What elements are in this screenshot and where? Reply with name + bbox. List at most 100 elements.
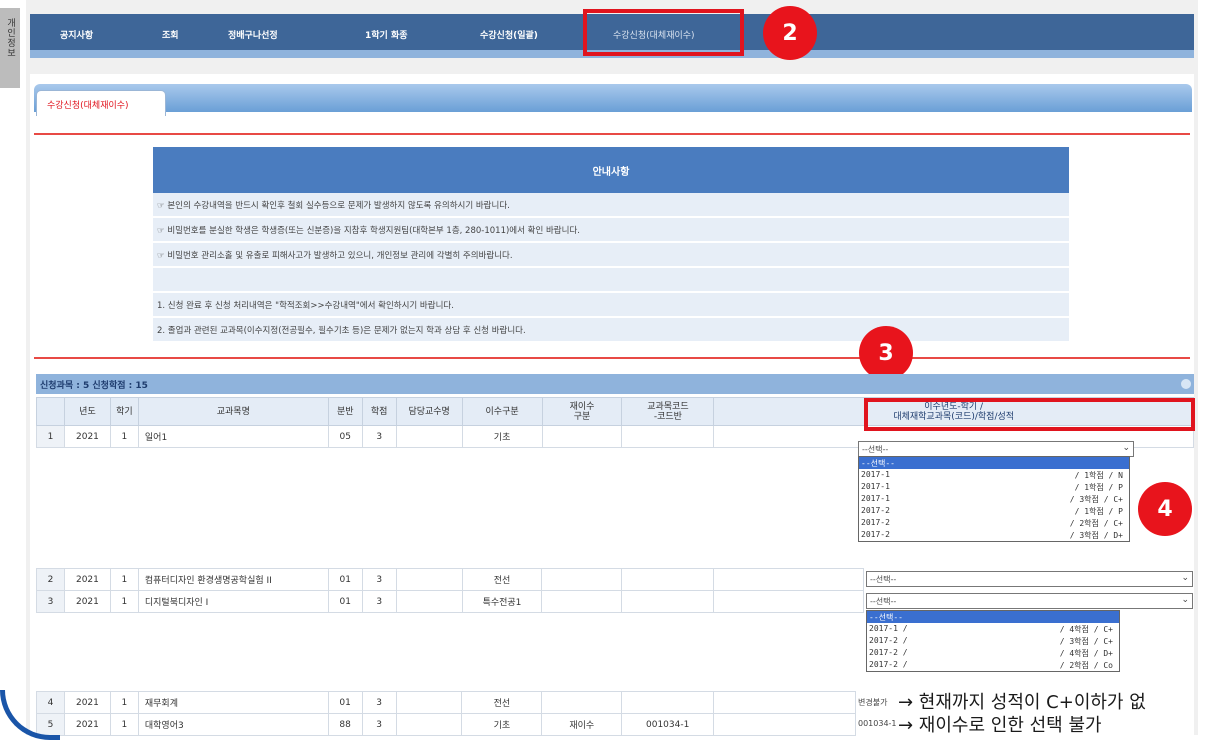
cell-credit: 3	[361, 691, 397, 714]
cell-year: 2021	[63, 425, 111, 448]
cell-section: 05	[327, 425, 363, 448]
chevron-down-icon: ⌄	[1181, 573, 1189, 583]
nav-item-notice[interactable]: 공지사항	[60, 28, 93, 41]
callout-row5: → 재이수로 인한 선택 불가	[898, 715, 1102, 736]
cell-term: 1	[109, 590, 139, 613]
cell-type: 기초	[461, 713, 543, 736]
header-year: 년도	[63, 397, 111, 426]
dropdown-option[interactable]: 2017-1 // 4학점 / C+	[867, 623, 1119, 635]
cell-section: 88	[327, 713, 363, 736]
divider-top	[34, 133, 1190, 135]
header-professor: 담당교수명	[395, 397, 463, 426]
cell-spacer	[713, 568, 864, 591]
cell-professor	[395, 691, 463, 714]
notice-line: 2. 졸업과 관련된 교과목(이수지정(전공필수, 필수기초 등)은 문제가 없…	[153, 318, 1069, 343]
side-tab-label: 개인정보	[5, 18, 15, 58]
dropdown-option[interactable]: 2017-1/ 3학점 / C+	[859, 493, 1129, 505]
select-value: --선택--	[870, 575, 897, 584]
cell-section: 01	[327, 568, 363, 591]
dropdown-option[interactable]: 2017-2/ 1학점 / P	[859, 505, 1129, 517]
choice-dropdown-row3[interactable]: --선택-- 2017-1 // 4학점 / C+ 2017-2 // 3학점 …	[866, 610, 1120, 672]
dropdown-option[interactable]: 2017-2/ 3학점 / D+	[859, 529, 1129, 541]
tab-bar	[34, 84, 1192, 112]
table-row[interactable]: 2 2021 1 컴퓨터디자인 환경생명공학실험 II 01 3 전선	[36, 568, 864, 591]
notice-title: 안내사항	[153, 147, 1069, 193]
cell-professor	[395, 425, 463, 448]
cell-section: 01	[327, 590, 363, 613]
choice-select-row2[interactable]: --선택-- ⌄	[866, 571, 1193, 587]
cell-code	[621, 590, 715, 613]
nav-item-3[interactable]: 정배구나선정	[228, 28, 278, 41]
dropdown-option[interactable]: 2017-1/ 1학점 / N	[859, 469, 1129, 481]
row5-choice-value: 001034-1	[858, 719, 897, 728]
header-code: 교과목코드 -코드반	[621, 397, 715, 426]
cell-code	[621, 691, 715, 714]
step-badge-2: 2	[763, 6, 817, 60]
grid-summary: 신청과목 : 5 신청학점 : 15	[36, 374, 1194, 394]
highlight-box-column	[864, 398, 1195, 431]
header-term: 학기	[109, 397, 139, 426]
cell-retake: 재이수	[541, 713, 623, 736]
row-number: 3	[36, 590, 65, 613]
divider-bottom	[34, 357, 1190, 359]
grid-settings-icon[interactable]	[1181, 379, 1191, 389]
choice-select-row1[interactable]: --선택-- ⌄	[858, 441, 1134, 457]
notice-line: ☞ 비밀번호 관리소홀 및 유출로 피해사고가 발생하고 있으니, 개인정보 관…	[153, 243, 1069, 268]
cell-credit: 3	[361, 425, 397, 448]
table-row[interactable]: 5 2021 1 대학영어3 88 3 기초 재이수 001034-1	[36, 713, 856, 736]
dropdown-option[interactable]: --선택--	[867, 611, 1119, 623]
cell-type: 전선	[461, 568, 543, 591]
header-course: 교과목명	[137, 397, 329, 426]
header-retake: 재이수 구분	[541, 397, 623, 426]
cell-term: 1	[109, 713, 139, 736]
cell-term: 1	[109, 691, 139, 714]
nav-item-bulk-registration[interactable]: 수강신청(일괄)	[480, 28, 538, 41]
choice-select-row3[interactable]: --선택-- ⌄	[866, 593, 1193, 609]
cell-code: 001034-1	[621, 713, 715, 736]
dropdown-option[interactable]: 2017-2 // 3학점 / C+	[867, 635, 1119, 647]
chevron-down-icon: ⌄	[1181, 595, 1189, 605]
cell-credit: 3	[361, 568, 397, 591]
cell-professor	[395, 568, 463, 591]
cell-type: 특수전공1	[461, 590, 543, 613]
dropdown-option[interactable]: --선택--	[859, 457, 1129, 469]
dropdown-option[interactable]: 2017-2/ 2학점 / C+	[859, 517, 1129, 529]
cell-retake	[541, 425, 623, 448]
select-value: --선택--	[862, 445, 889, 454]
step-badge-3: 3	[859, 326, 913, 380]
notice-line: 1. 신청 완료 후 신청 처리내역은 "학적조회>>수강내역"에서 확인하시기…	[153, 293, 1069, 318]
row-number: 2	[36, 568, 65, 591]
cell-year: 2021	[63, 713, 111, 736]
header-credit: 학점	[361, 397, 397, 426]
cell-code	[621, 568, 715, 591]
cell-term: 1	[109, 568, 139, 591]
cell-type: 기초	[461, 425, 543, 448]
notice-line	[153, 268, 1069, 293]
nav-item-4[interactable]: 1학기 화종	[365, 28, 408, 41]
cell-spacer	[713, 691, 856, 714]
cell-course: 재무회계	[137, 691, 329, 714]
row4-choice-value: 변경불가	[858, 698, 888, 707]
table-row[interactable]: 3 2021 1 디지털북디자인 I 01 3 특수전공1	[36, 590, 864, 613]
dropdown-option[interactable]: 2017-2 // 4학점 / D+	[867, 647, 1119, 659]
tab-substitute-registration[interactable]: 수강신청(대체재이수)	[36, 90, 166, 116]
highlight-box-nav	[583, 9, 744, 56]
cell-credit: 3	[361, 713, 397, 736]
cell-retake	[541, 568, 623, 591]
nav-item-inquiry[interactable]: 조회	[162, 28, 179, 41]
choice-dropdown-row1[interactable]: --선택-- 2017-1/ 1학점 / N 2017-1/ 1학점 / P 2…	[858, 456, 1130, 542]
cell-year: 2021	[63, 568, 111, 591]
table-row[interactable]: 4 2021 1 재무회계 01 3 전선	[36, 691, 856, 714]
course-table-rows-4-5: 4 2021 1 재무회계 01 3 전선 5 2021 1 대학영어3 88 …	[36, 691, 856, 736]
course-table-rows-2-3: 2 2021 1 컴퓨터디자인 환경생명공학실험 II 01 3 전선 3 20…	[36, 568, 864, 613]
chevron-down-icon: ⌄	[1122, 443, 1130, 453]
dropdown-option[interactable]: 2017-2 // 2학점 / Co	[867, 659, 1119, 671]
cell-retake	[541, 590, 623, 613]
cell-credit: 3	[361, 590, 397, 613]
cell-course: 일어1	[137, 425, 329, 448]
dropdown-option[interactable]: 2017-1/ 1학점 / P	[859, 481, 1129, 493]
select-value: --선택--	[870, 597, 897, 606]
cell-course: 디지털북디자인 I	[137, 590, 329, 613]
side-tab-personal-info[interactable]: 개인정보	[0, 8, 20, 88]
cell-year: 2021	[63, 691, 111, 714]
